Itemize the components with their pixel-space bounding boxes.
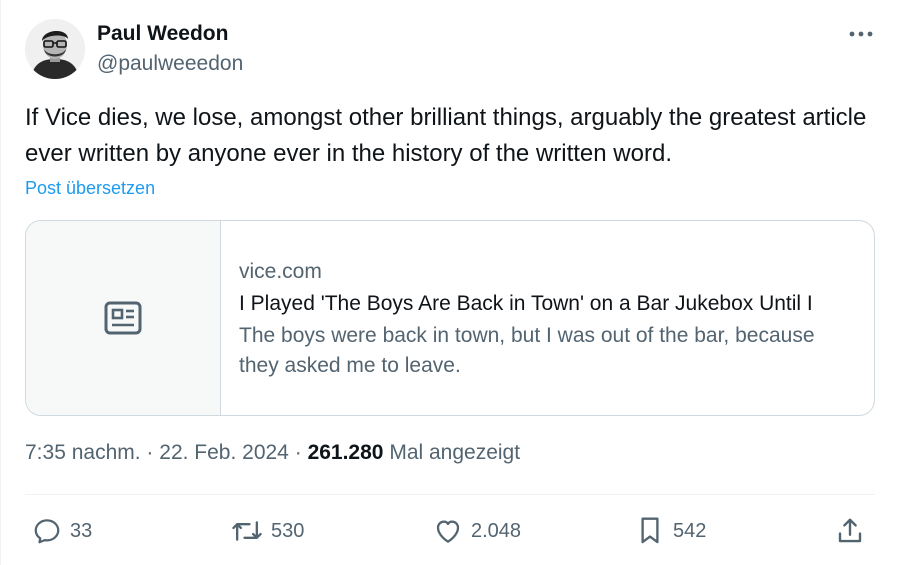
more-options-button[interactable]: [847, 23, 875, 45]
tweet-time[interactable]: 7:35 nachm.: [25, 441, 141, 464]
views-count: 261.280: [307, 441, 384, 464]
card-thumbnail: [26, 221, 221, 415]
author-name[interactable]: Paul Weedon: [97, 22, 228, 46]
author-handle[interactable]: @paulweeedon: [97, 52, 243, 76]
views-label: Mal angezeigt: [389, 441, 521, 464]
bookmark-count: 542: [673, 519, 707, 542]
like-icon: [436, 520, 460, 543]
link-card[interactable]: vice.com I Played 'The Boys Are Back in …: [25, 220, 875, 416]
like-count: 2.048: [471, 519, 522, 542]
more-icon: [849, 31, 873, 37]
left-border: [0, 0, 1, 565]
card-domain: vice.com: [239, 260, 322, 283]
action-bar: 33 530 2.048 542: [25, 509, 875, 553]
tweet-meta: 7:35 nachm. · 22. Feb. 2024 · 261.280 Ma…: [25, 441, 520, 465]
card-description: The boys were back in town, but I was ou…: [239, 324, 815, 377]
tweet-text: If Vice dies, we lose, amongst other bri…: [25, 104, 867, 167]
bookmark-button[interactable]: 542: [635, 509, 706, 553]
repost-button[interactable]: 530: [231, 509, 304, 553]
reply-count: 33: [70, 519, 93, 542]
card-title: I Played 'The Boys Are Back in Town' on …: [239, 292, 813, 315]
repost-icon: [232, 521, 262, 541]
divider: [25, 494, 875, 495]
share-button[interactable]: [835, 509, 865, 553]
meta-separator: ·: [146, 441, 154, 464]
card-body: vice.com I Played 'The Boys Are Back in …: [239, 259, 856, 381]
reply-icon: [34, 519, 60, 544]
translate-link[interactable]: Post übersetzen: [25, 178, 155, 199]
tweet-header: Paul Weedon @paulweeedon: [25, 19, 875, 79]
bookmark-icon: [641, 517, 659, 544]
article-icon: [104, 301, 142, 335]
tweet-date[interactable]: 22. Feb. 2024: [159, 441, 289, 464]
avatar-image: [25, 19, 85, 79]
reply-button[interactable]: 33: [32, 509, 92, 553]
avatar[interactable]: [25, 19, 85, 79]
repost-count: 530: [271, 519, 305, 542]
like-button[interactable]: 2.048: [433, 509, 521, 553]
meta-separator: ·: [294, 441, 302, 464]
share-icon: [838, 518, 862, 543]
